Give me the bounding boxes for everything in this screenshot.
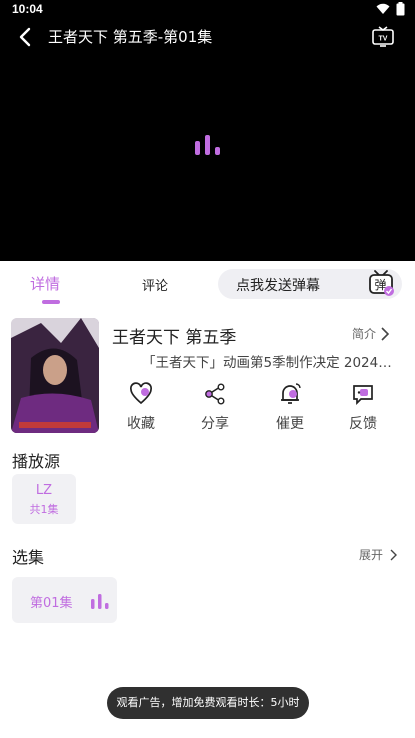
status-time: 10:04 xyxy=(12,2,43,16)
tab-detail[interactable]: 详情 xyxy=(30,273,60,294)
detail-tabs: 详情 评论 点我发送弹幕 弹 xyxy=(0,261,415,307)
source-episode-count: 共1集 xyxy=(29,503,59,516)
back-arrow-icon[interactable] xyxy=(14,25,38,49)
bell-icon xyxy=(281,383,301,404)
show-poster[interactable] xyxy=(11,318,99,433)
source-section-title: 播放源 xyxy=(12,452,61,471)
show-description[interactable]: 「王者天下」动画第5季制作决定 2024年… xyxy=(142,351,402,371)
poster-art xyxy=(11,318,99,433)
ad-reward-toast: 观看广告，增加免费观看时长：5小时 xyxy=(107,687,309,719)
tab-comment[interactable]: 评论 xyxy=(142,275,168,294)
favorite-button[interactable]: 收藏 xyxy=(116,382,166,433)
intro-label: 简介 xyxy=(352,327,377,341)
danmaku-placeholder: 点我发送弹幕 xyxy=(236,278,320,294)
favorite-label: 收藏 xyxy=(127,416,155,432)
now-playing-icon xyxy=(91,594,109,609)
expand-episodes-button[interactable]: 展开 xyxy=(359,546,398,563)
source-name: LZ xyxy=(35,483,53,498)
video-title: 王者天下 第五季-第01集 xyxy=(48,28,213,46)
battery-icon xyxy=(396,2,405,16)
feedback-button[interactable]: 反馈 xyxy=(338,382,388,433)
active-tab-indicator xyxy=(42,300,60,304)
system-icons xyxy=(376,2,405,16)
episode-label: 第01集 xyxy=(30,596,73,611)
episode-item[interactable]: 第01集 xyxy=(12,577,117,623)
chevron-right-icon xyxy=(390,549,398,560)
tv-cast-icon[interactable]: TV xyxy=(371,25,395,49)
feedback-label: 反馈 xyxy=(349,416,377,432)
danmaku-toggle-icon[interactable]: 弹 xyxy=(366,268,396,298)
player-top-bar: 王者天下 第五季-第01集 TV xyxy=(0,22,415,52)
share-icon xyxy=(205,383,225,405)
buffering-indicator-icon xyxy=(195,135,220,155)
urge-update-button[interactable]: 催更 xyxy=(265,382,315,433)
show-title: 王者天下 第五季 xyxy=(112,328,237,348)
share-button[interactable]: 分享 xyxy=(190,382,240,433)
share-label: 分享 xyxy=(201,416,229,432)
source-item[interactable]: LZ 共1集 xyxy=(12,474,76,524)
expand-label: 展开 xyxy=(359,548,384,562)
episodes-section-title: 选集 xyxy=(12,548,45,567)
danmaku-input[interactable]: 点我发送弹幕 弹 xyxy=(218,269,402,299)
svg-text:TV: TV xyxy=(379,36,388,43)
urge-update-label: 催更 xyxy=(276,416,304,432)
chevron-right-icon xyxy=(381,326,390,341)
status-bar: 10:04 xyxy=(0,0,415,20)
wifi-icon xyxy=(376,3,390,14)
video-player[interactable]: 10:04 王者天下 第五季-第01集 TV xyxy=(0,0,415,261)
heart-icon xyxy=(130,382,152,405)
feedback-icon xyxy=(353,385,373,406)
intro-link[interactable]: 简介 xyxy=(352,325,390,342)
